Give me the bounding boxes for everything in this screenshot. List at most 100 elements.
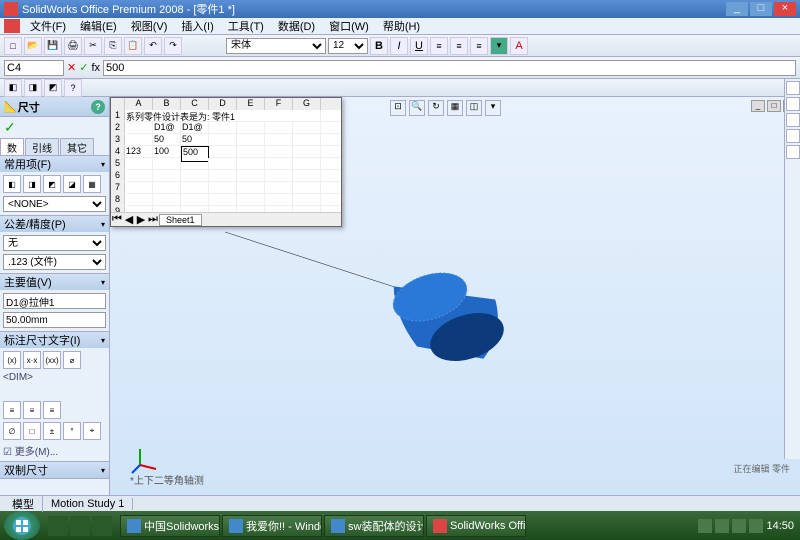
tb-a[interactable]: ◧ xyxy=(4,79,22,97)
tray-icon-2[interactable] xyxy=(715,519,729,533)
style-btn-5[interactable]: ▦ xyxy=(83,175,101,193)
sheet-last-icon[interactable]: ⏭ xyxy=(147,213,159,226)
paste-button[interactable]: 📋 xyxy=(124,37,142,55)
tab-value[interactable]: 数 xyxy=(0,138,24,155)
tab-model[interactable]: 模型 xyxy=(4,496,43,512)
minimize-button[interactable]: _ xyxy=(726,2,748,16)
just-3[interactable]: ≡ xyxy=(43,401,61,419)
col-c[interactable]: C xyxy=(181,98,209,110)
tb-b[interactable]: ◨ xyxy=(24,79,42,97)
model-cylinder[interactable] xyxy=(385,262,515,372)
txt-btn-3[interactable]: (xx) xyxy=(43,351,61,369)
col-a[interactable]: A xyxy=(125,98,153,110)
sw-logo-icon[interactable] xyxy=(4,19,20,33)
task-2[interactable]: 我爱你!! - Windo... xyxy=(222,515,322,537)
task-3[interactable]: sw装配体的设计树... xyxy=(324,515,424,537)
close-button[interactable]: × xyxy=(774,2,796,16)
col-b[interactable]: B xyxy=(153,98,181,110)
rtab-4[interactable] xyxy=(786,129,800,143)
ql-1[interactable] xyxy=(48,516,68,536)
col-f[interactable]: F xyxy=(265,98,293,110)
tab-motion[interactable]: Motion Study 1 xyxy=(43,498,133,510)
menu-help[interactable]: 帮助(H) xyxy=(377,18,426,34)
tb-d[interactable]: ? xyxy=(64,79,82,97)
rtab-2[interactable] xyxy=(786,97,800,111)
align-right-button[interactable]: ≡ xyxy=(470,37,488,55)
cell-reference[interactable] xyxy=(4,60,64,76)
align-left-button[interactable]: ≡ xyxy=(430,37,448,55)
start-button[interactable] xyxy=(4,511,40,540)
precision-select[interactable]: .123 (文件) xyxy=(3,254,106,270)
bold-button[interactable]: B xyxy=(370,37,388,55)
style-select[interactable]: <NONE> xyxy=(3,196,106,212)
underline-button[interactable]: U xyxy=(410,37,428,55)
sym-4[interactable]: ° xyxy=(63,422,81,440)
sheet-tab[interactable]: Sheet1 xyxy=(159,214,202,226)
sym-1[interactable]: ∅ xyxy=(3,422,21,440)
fill-button[interactable]: ▾ xyxy=(490,37,508,55)
save-button[interactable]: 💾 xyxy=(44,37,62,55)
primary-value-input[interactable] xyxy=(3,312,106,328)
group-primary[interactable]: 主要值(V)▾ xyxy=(0,274,109,290)
menu-view[interactable]: 视图(V) xyxy=(125,18,174,34)
primary-name-input[interactable] xyxy=(3,293,106,309)
group-dual[interactable]: 双制尺寸▾ xyxy=(0,462,109,478)
undo-button[interactable]: ↶ xyxy=(144,37,162,55)
col-d[interactable]: D xyxy=(209,98,237,110)
txt-btn-4[interactable]: ⌀ xyxy=(63,351,81,369)
copy-button[interactable]: ⎘ xyxy=(104,37,122,55)
print-button[interactable]: 🖨 xyxy=(64,37,82,55)
view-icon[interactable]: ▾ xyxy=(485,100,501,116)
tab-leaders[interactable]: 引线 xyxy=(25,138,59,155)
doc-max-button[interactable]: □ xyxy=(767,100,781,112)
menu-tools[interactable]: 工具(T) xyxy=(222,18,270,34)
style-btn-4[interactable]: ◪ xyxy=(63,175,81,193)
more-check[interactable]: ☑ 更多(M)... xyxy=(3,443,106,458)
just-2[interactable]: ≡ xyxy=(23,401,41,419)
txt-btn-1[interactable]: (x) xyxy=(3,351,21,369)
redo-button[interactable]: ↷ xyxy=(164,37,182,55)
graphics-viewport[interactable]: ⊡ 🔍 ↻ ▦ ◫ ▾ _ □ × A B C D E F G 1系列零件设计表… xyxy=(110,97,800,495)
tray-icon-4[interactable] xyxy=(749,519,763,533)
rtab-1[interactable] xyxy=(786,81,800,95)
tray-icon-1[interactable] xyxy=(698,519,712,533)
style-btn-2[interactable]: ◨ xyxy=(23,175,41,193)
menu-insert[interactable]: 插入(I) xyxy=(175,18,219,34)
ql-2[interactable] xyxy=(70,516,90,536)
col-g[interactable]: G xyxy=(293,98,321,110)
italic-button[interactable]: I xyxy=(390,37,408,55)
fontsize-select[interactable]: 12 xyxy=(328,38,368,54)
tb-c[interactable]: ◩ xyxy=(44,79,62,97)
txt-btn-2[interactable]: x·x xyxy=(23,351,41,369)
menu-data[interactable]: 数据(D) xyxy=(272,18,321,34)
cut-button[interactable]: ✂ xyxy=(84,37,102,55)
cancel-icon[interactable]: ✕ xyxy=(67,61,76,74)
align-center-button[interactable]: ≡ xyxy=(450,37,468,55)
style-btn-1[interactable]: ◧ xyxy=(3,175,21,193)
ql-3[interactable] xyxy=(92,516,112,536)
menu-edit[interactable]: 编辑(E) xyxy=(74,18,123,34)
rtab-5[interactable] xyxy=(786,145,800,159)
sheet-next-icon[interactable]: ▶ xyxy=(135,213,147,226)
menu-window[interactable]: 窗口(W) xyxy=(323,18,375,34)
display-icon[interactable]: ▦ xyxy=(447,100,463,116)
task-4[interactable]: SolidWorks Office... xyxy=(426,515,526,537)
clock[interactable]: 14:50 xyxy=(766,520,794,532)
tab-other[interactable]: 其它 xyxy=(60,138,94,155)
confirm-icon[interactable]: ✓ xyxy=(79,61,88,74)
open-button[interactable]: 📂 xyxy=(24,37,42,55)
doc-min-button[interactable]: _ xyxy=(751,100,765,112)
tolerance-select[interactable]: 无 xyxy=(3,235,106,251)
sym-3[interactable]: ± xyxy=(43,422,61,440)
sheet-prev-icon[interactable]: ◀ xyxy=(123,213,135,226)
sym-2[interactable]: □ xyxy=(23,422,41,440)
menu-file[interactable]: 文件(F) xyxy=(24,18,72,34)
rtab-3[interactable] xyxy=(786,113,800,127)
design-table[interactable]: A B C D E F G 1系列零件设计表是为: 零件1 2D1@草D1@拉 … xyxy=(110,97,342,227)
fx-icon[interactable]: fx xyxy=(91,62,100,74)
task-1[interactable]: 中国Solidworks技... xyxy=(120,515,220,537)
tray-icon-3[interactable] xyxy=(732,519,746,533)
group-dimtext[interactable]: 标注尺寸文字(I)▾ xyxy=(0,332,109,348)
maximize-button[interactable]: □ xyxy=(750,2,772,16)
textcolor-button[interactable]: A xyxy=(510,37,528,55)
